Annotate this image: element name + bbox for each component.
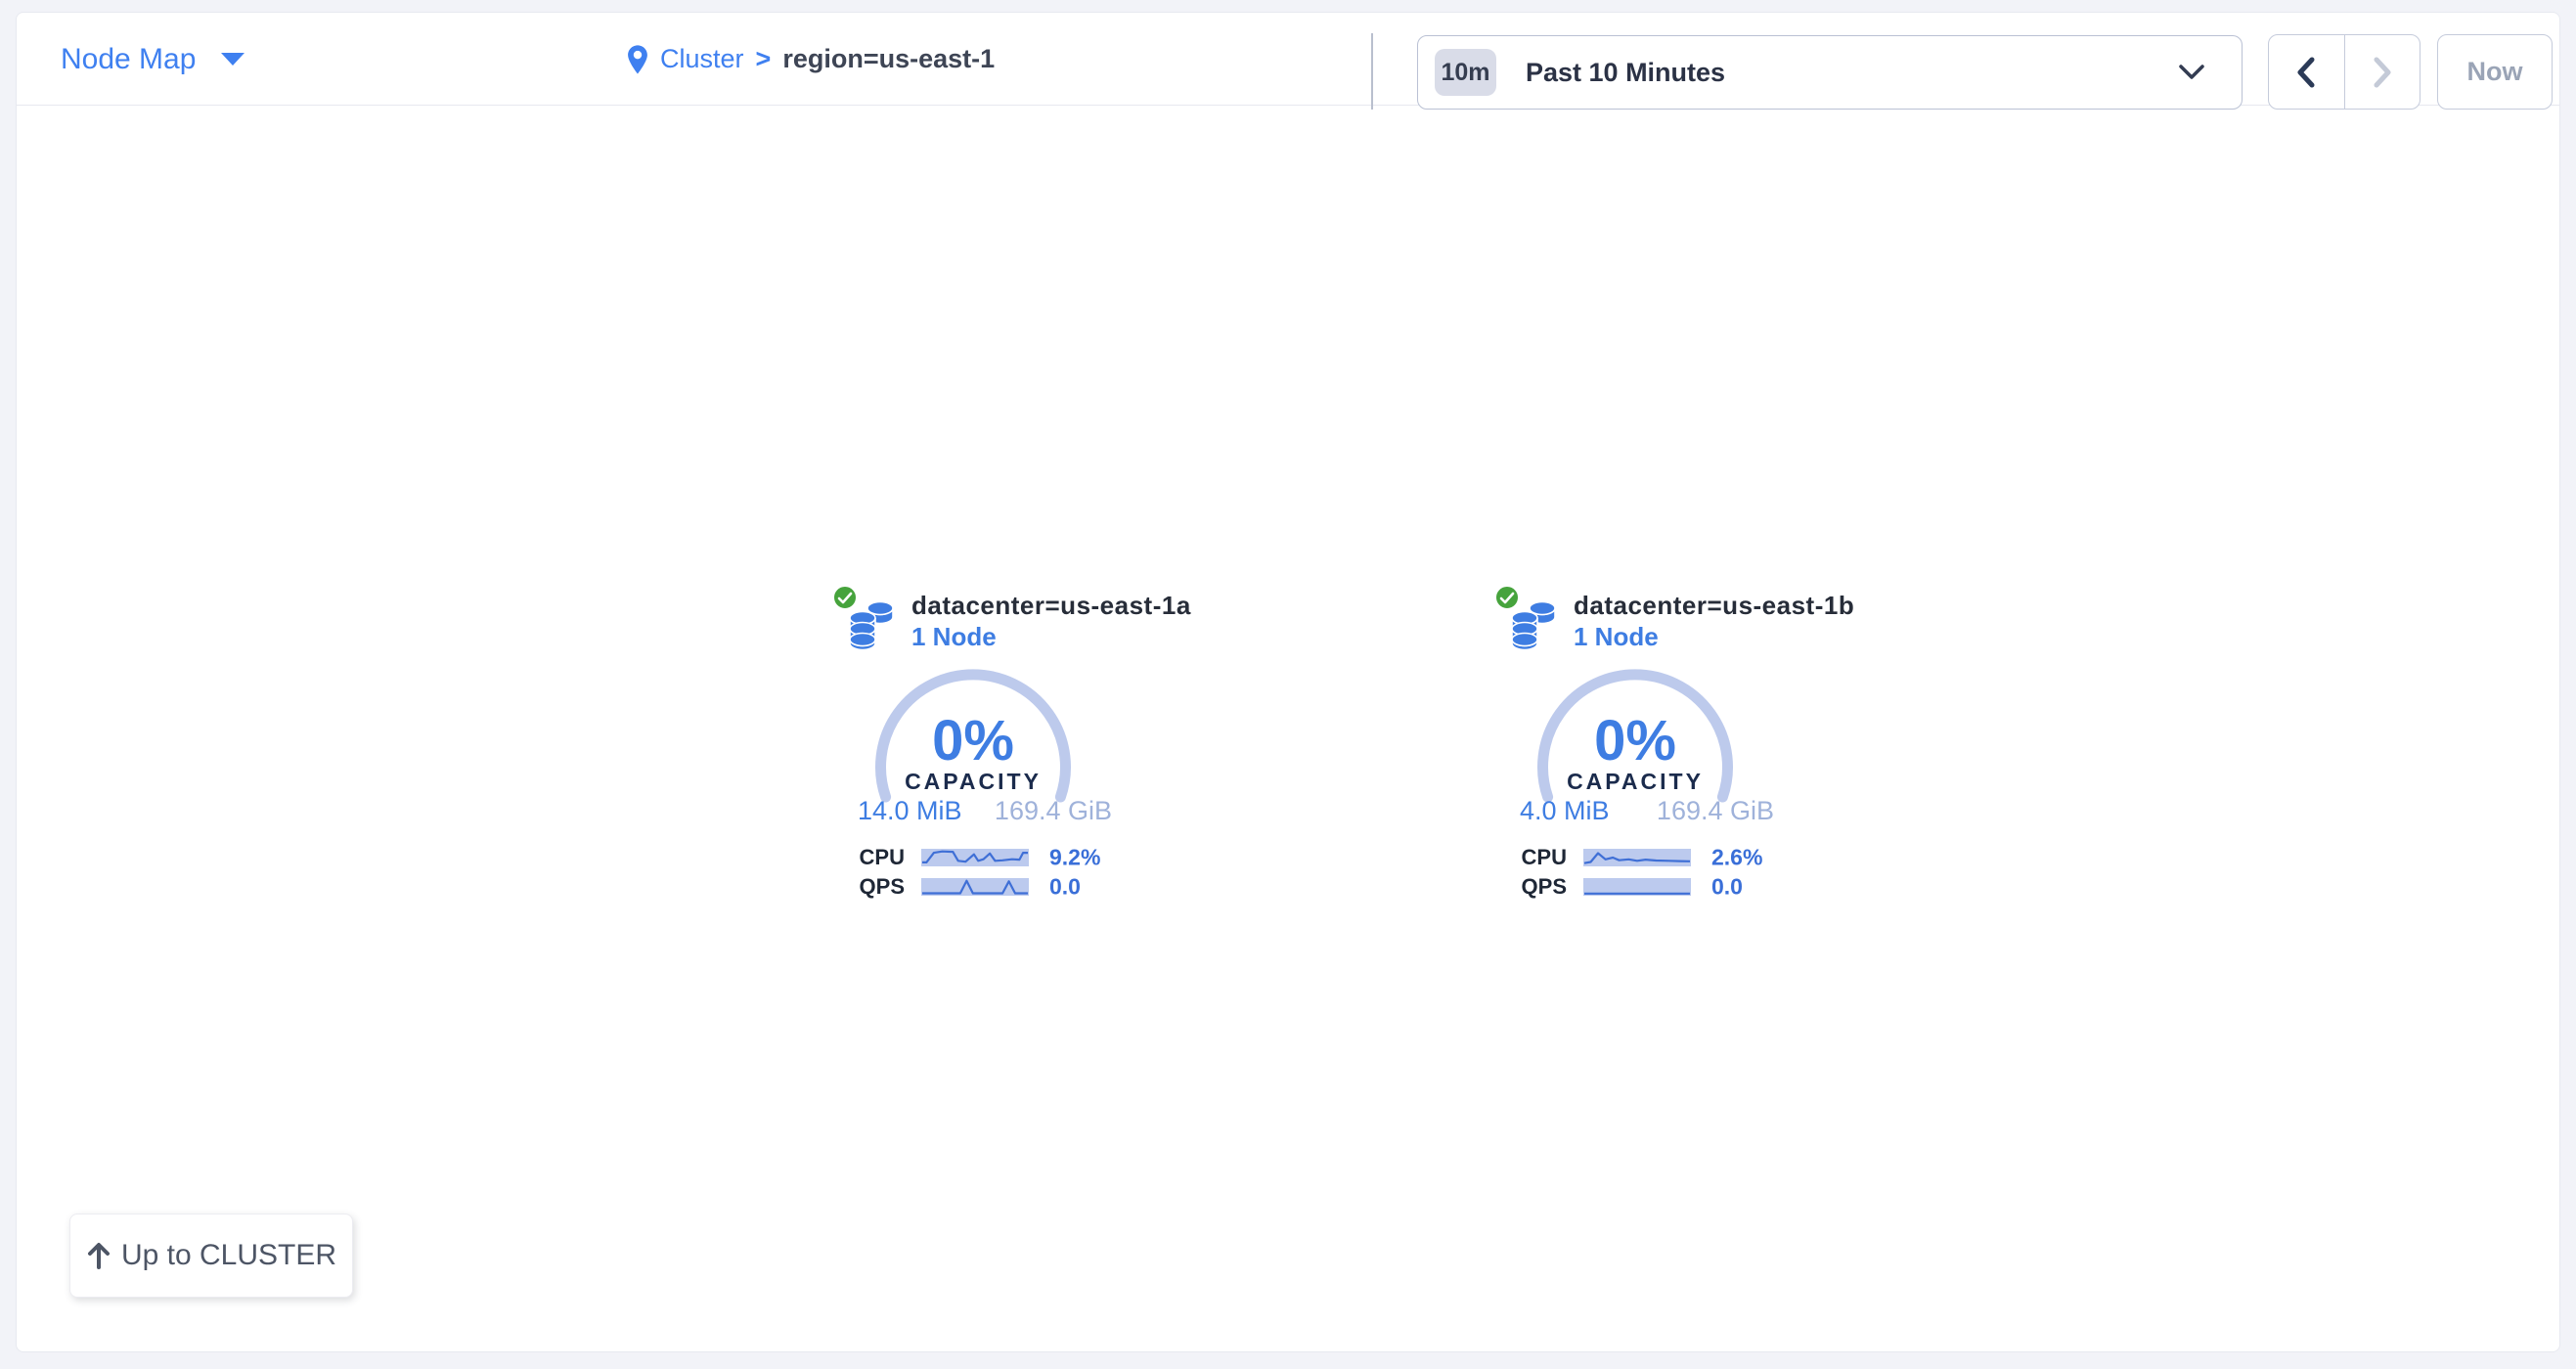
arrow-up-icon: [86, 1242, 111, 1269]
up-to-cluster-button[interactable]: Up to CLUSTER: [69, 1214, 353, 1298]
locality-card-us-east-1b[interactable]: datacenter=us-east-1b 1 Node 0% CAPACITY…: [1488, 585, 1782, 907]
healthy-check-icon: [1494, 585, 1520, 610]
time-step-buttons: [2268, 34, 2421, 110]
metric-label: QPS: [826, 874, 905, 900]
header-bar: Node Map Cluster > region=us-east-1 10m …: [17, 13, 2559, 106]
locality-card-us-east-1a[interactable]: datacenter=us-east-1a 1 Node 0% CAPACITY…: [826, 585, 1120, 907]
capacity-caption: CAPACITY: [1488, 769, 1782, 795]
view-selector[interactable]: Node Map: [61, 13, 244, 106]
qps-sparkline: [921, 878, 1029, 896]
metric-label: CPU: [1488, 845, 1567, 870]
capacity-values: 14.0 MiB 169.4 GiB: [826, 796, 1120, 826]
database-stack-icon: [1510, 600, 1557, 651]
capacity-total: 169.4 GiB: [1657, 796, 1774, 826]
metric-value: 2.6%: [1711, 845, 1762, 871]
locality-name: datacenter=us-east-1a: [911, 591, 1191, 621]
now-button[interactable]: Now: [2437, 34, 2553, 110]
time-range-label: Past 10 Minutes: [1526, 58, 1725, 88]
metric-value: 0.0: [1711, 874, 1743, 901]
caret-down-icon: [221, 53, 244, 66]
cpu-sparkline: [921, 849, 1029, 866]
time-range-badge: 10m: [1435, 49, 1496, 96]
breadcrumb-separator: >: [756, 44, 772, 74]
breadcrumb-cluster-link[interactable]: Cluster: [660, 44, 744, 74]
metric-value: 9.2%: [1049, 845, 1100, 871]
database-stack-icon: [848, 600, 895, 651]
locality-name: datacenter=us-east-1b: [1574, 591, 1854, 621]
next-time-button[interactable]: [2345, 35, 2421, 109]
header-divider: [1371, 33, 1373, 110]
metric-row-cpu: CPU 2.6%: [1488, 849, 1782, 866]
capacity-used: 14.0 MiB: [858, 796, 962, 826]
capacity-percent: 0%: [1488, 708, 1782, 773]
view-selector-label[interactable]: Node Map: [61, 43, 196, 76]
breadcrumb-current: region=us-east-1: [782, 44, 995, 74]
metric-row-qps: QPS 0.0: [826, 878, 1120, 896]
qps-sparkline: [1583, 878, 1691, 896]
healthy-check-icon: [832, 585, 858, 610]
time-range-select[interactable]: 10m Past 10 Minutes: [1417, 35, 2243, 110]
chevron-down-icon: [2179, 65, 2204, 80]
main-panel: Node Map Cluster > region=us-east-1 10m …: [16, 12, 2560, 1352]
metric-value: 0.0: [1049, 874, 1081, 901]
prev-time-button[interactable]: [2269, 35, 2345, 109]
locality-node-count[interactable]: 1 Node: [911, 622, 997, 652]
locality-node-count[interactable]: 1 Node: [1574, 622, 1659, 652]
breadcrumb: Cluster > region=us-east-1: [627, 13, 995, 106]
chevron-right-icon: [2373, 57, 2392, 88]
capacity-total: 169.4 GiB: [995, 796, 1112, 826]
chevron-left-icon: [2296, 57, 2316, 88]
capacity-used: 4.0 MiB: [1520, 796, 1610, 826]
location-pin-icon: [627, 44, 648, 75]
capacity-values: 4.0 MiB 169.4 GiB: [1488, 796, 1782, 826]
capacity-percent: 0%: [826, 708, 1120, 773]
metric-label: QPS: [1488, 874, 1567, 900]
up-to-cluster-label: Up to CLUSTER: [121, 1239, 336, 1272]
cpu-sparkline: [1583, 849, 1691, 866]
capacity-caption: CAPACITY: [826, 769, 1120, 795]
metric-row-qps: QPS 0.0: [1488, 878, 1782, 896]
metric-label: CPU: [826, 845, 905, 870]
metric-row-cpu: CPU 9.2%: [826, 849, 1120, 866]
